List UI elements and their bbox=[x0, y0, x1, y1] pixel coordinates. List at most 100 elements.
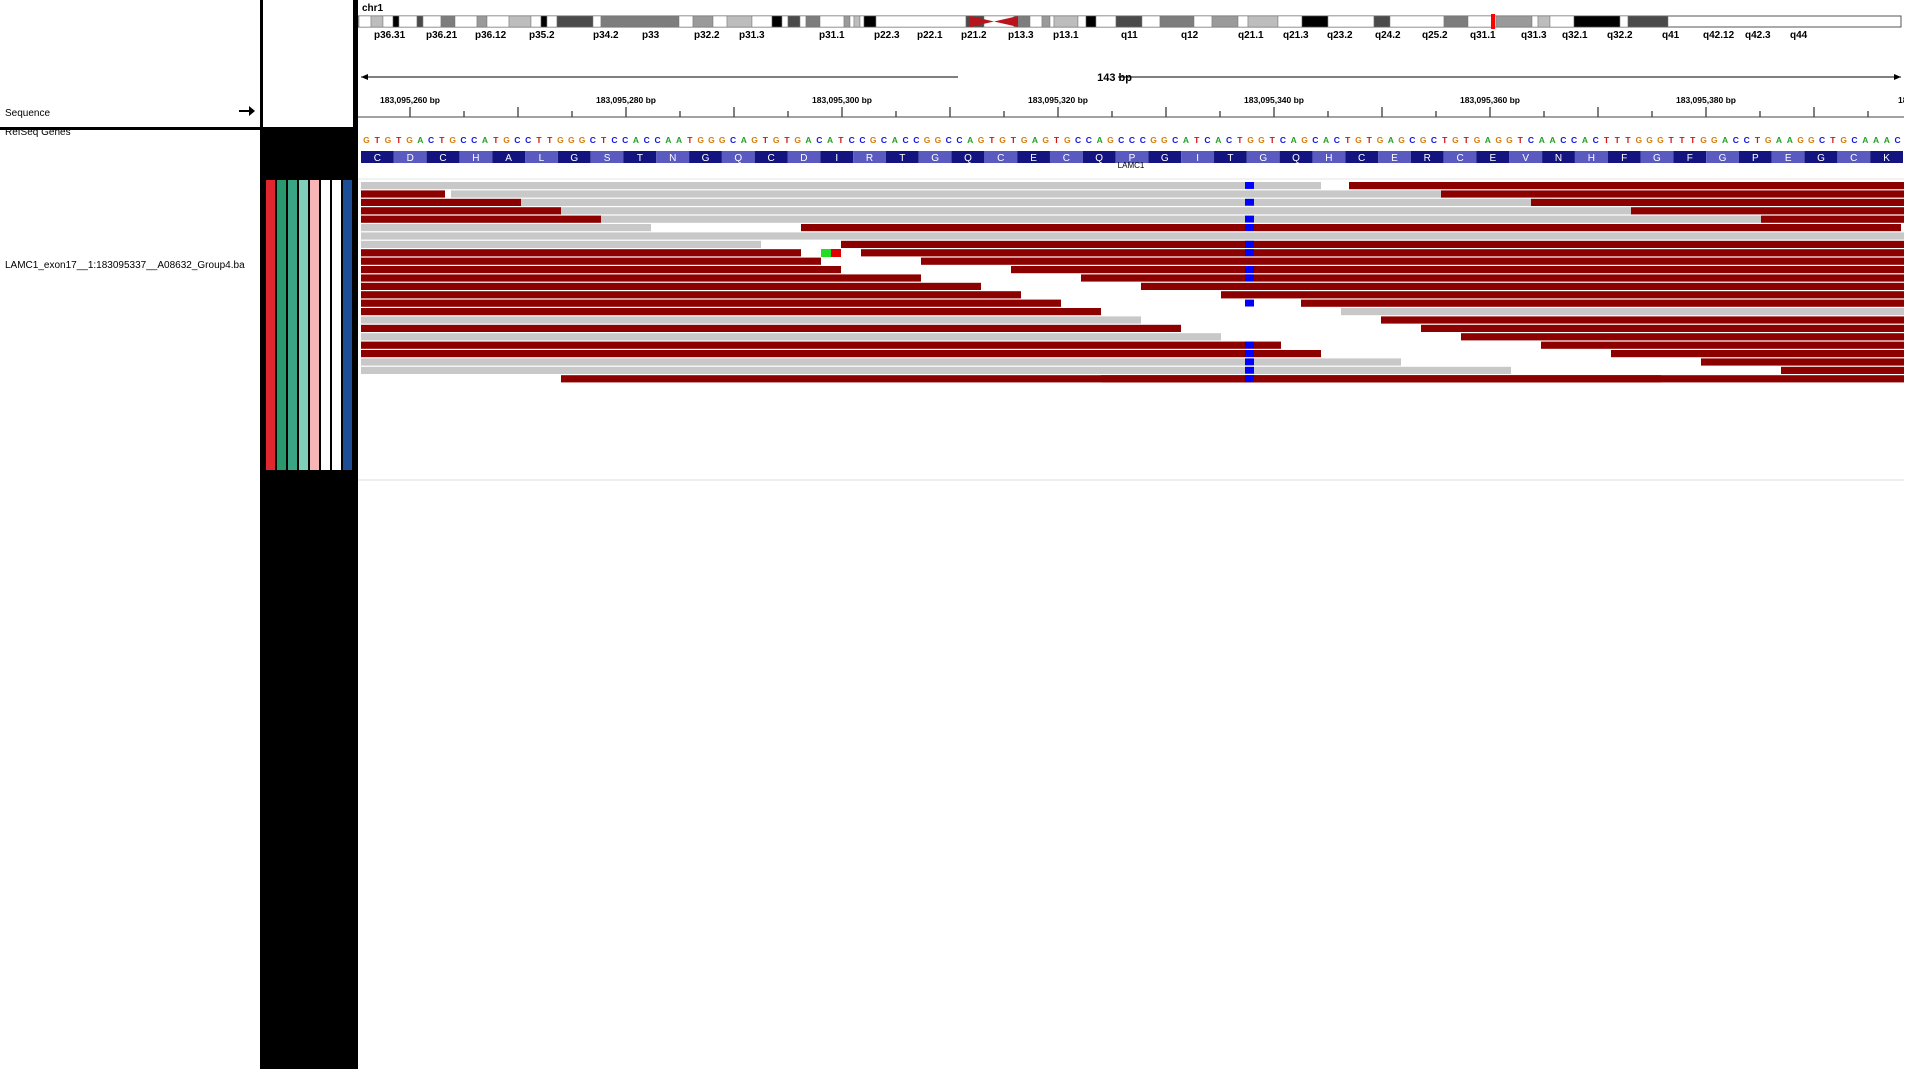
sequence-base: T bbox=[1690, 135, 1696, 145]
ideogram-band bbox=[819, 15, 845, 28]
sequence-base: T bbox=[1625, 135, 1631, 145]
sequence-base: G bbox=[579, 135, 586, 145]
read[interactable] bbox=[361, 308, 1101, 316]
read[interactable] bbox=[861, 249, 1904, 257]
read[interactable] bbox=[1081, 274, 1904, 282]
read[interactable] bbox=[601, 182, 1321, 190]
read[interactable] bbox=[1531, 198, 1904, 206]
mismatch-base bbox=[1245, 375, 1254, 383]
attribute-cell-6[interactable] bbox=[321, 180, 330, 470]
sequence-base: C bbox=[859, 135, 865, 145]
name-attr-divider[interactable] bbox=[260, 0, 263, 1069]
ideogram-band bbox=[1049, 15, 1055, 28]
read[interactable] bbox=[1611, 350, 1904, 358]
read[interactable] bbox=[601, 215, 1761, 223]
attribute-cell-1[interactable] bbox=[266, 180, 275, 470]
attribute-cell-4[interactable] bbox=[299, 180, 308, 470]
read[interactable] bbox=[1101, 375, 1904, 383]
read[interactable] bbox=[361, 240, 761, 248]
current-region-marker bbox=[1491, 14, 1495, 29]
scrollbar[interactable] bbox=[1904, 0, 1920, 1069]
read[interactable] bbox=[361, 366, 1511, 374]
sequence-base: A bbox=[1183, 135, 1189, 145]
read[interactable] bbox=[361, 299, 1061, 307]
ideogram-band bbox=[1537, 15, 1551, 28]
band-label: p22.3 bbox=[874, 30, 900, 40]
read[interactable] bbox=[361, 190, 445, 198]
attribute-cell-8[interactable] bbox=[343, 180, 352, 470]
read[interactable] bbox=[361, 207, 561, 215]
read[interactable] bbox=[1341, 308, 1904, 316]
ruler[interactable]: 143 bp 183,095,260 bp 183,095,280 bp 183,0… bbox=[358, 45, 1904, 130]
amino-acid: K bbox=[1883, 153, 1890, 164]
read[interactable] bbox=[1761, 215, 1904, 223]
read[interactable] bbox=[361, 249, 801, 257]
mismatch-base bbox=[1245, 240, 1254, 248]
arrow-right-icon[interactable] bbox=[238, 105, 256, 117]
read[interactable] bbox=[361, 274, 921, 282]
read[interactable] bbox=[1441, 190, 1904, 198]
read[interactable] bbox=[361, 182, 397, 190]
ideogram-band bbox=[556, 15, 594, 28]
data-panel[interactable]: chr1 p36.31 p36.21 p36.12 p35.2 p34.2 p33 p32.… bbox=[358, 0, 1904, 1069]
sequence-base: A bbox=[1032, 135, 1038, 145]
band-label: q12 bbox=[1181, 30, 1199, 40]
read[interactable] bbox=[521, 198, 1551, 206]
read[interactable] bbox=[361, 257, 821, 265]
amino-acid: H bbox=[1588, 153, 1595, 164]
read[interactable] bbox=[1781, 366, 1904, 374]
read[interactable] bbox=[1421, 324, 1904, 332]
read[interactable] bbox=[801, 224, 1901, 232]
read[interactable] bbox=[1141, 282, 1904, 290]
ideogram-band bbox=[859, 15, 865, 28]
attribute-cell-2[interactable] bbox=[277, 180, 286, 470]
chromosome-ideogram[interactable]: chr1 p36.31 p36.21 p36.12 p35.2 p34.2 p33 p32.… bbox=[358, 0, 1904, 40]
sequence-track-label[interactable]: Sequence bbox=[5, 108, 50, 119]
amino-acid: C bbox=[1358, 153, 1365, 164]
band-label: p32.2 bbox=[694, 30, 720, 40]
read[interactable] bbox=[1301, 299, 1904, 307]
bam-track-label[interactable]: LAMC1_exon17__1:183095337__A08632_Group4… bbox=[5, 260, 245, 271]
band-label: p34.2 bbox=[593, 30, 619, 40]
read[interactable] bbox=[361, 282, 981, 290]
read[interactable] bbox=[451, 190, 561, 198]
attribute-cell-5[interactable] bbox=[310, 180, 319, 470]
ideogram-band bbox=[771, 15, 783, 28]
sequence-base: T bbox=[1054, 135, 1060, 145]
read[interactable] bbox=[361, 316, 1141, 324]
read[interactable] bbox=[361, 198, 521, 206]
read[interactable] bbox=[361, 266, 841, 274]
track-area[interactable]: GTGTGACTGCCATGCCTTGGGCTCCACCAATGGGCAGTGT… bbox=[358, 130, 1904, 1069]
read[interactable] bbox=[361, 215, 601, 223]
read[interactable] bbox=[741, 232, 1904, 240]
read[interactable] bbox=[1541, 341, 1904, 349]
read[interactable] bbox=[361, 333, 1221, 341]
sequence-base: A bbox=[1862, 135, 1868, 145]
read[interactable] bbox=[361, 224, 651, 232]
read[interactable] bbox=[1631, 207, 1904, 215]
sequence-base: C bbox=[611, 135, 617, 145]
read[interactable] bbox=[361, 291, 1021, 299]
sequence-base: G bbox=[1377, 135, 1384, 145]
read[interactable] bbox=[397, 182, 601, 190]
attribute-cell-3[interactable] bbox=[288, 180, 297, 470]
read[interactable] bbox=[561, 207, 1631, 215]
sequence-base: G bbox=[1258, 135, 1265, 145]
read[interactable] bbox=[361, 350, 1321, 358]
read[interactable] bbox=[1461, 333, 1904, 341]
read[interactable] bbox=[841, 240, 1904, 248]
read[interactable] bbox=[361, 341, 1281, 349]
attribute-cell-7[interactable] bbox=[332, 180, 341, 470]
amino-acid: L bbox=[539, 153, 545, 164]
read[interactable] bbox=[1349, 182, 1904, 190]
read[interactable] bbox=[361, 232, 741, 240]
chromosome-name: chr1 bbox=[362, 3, 384, 14]
read[interactable] bbox=[1701, 358, 1904, 366]
read[interactable] bbox=[921, 257, 1904, 265]
read[interactable] bbox=[361, 324, 1181, 332]
read[interactable] bbox=[561, 190, 1451, 198]
sequence-base: G bbox=[924, 135, 931, 145]
read[interactable] bbox=[1221, 291, 1904, 299]
read[interactable] bbox=[1381, 316, 1904, 324]
read[interactable] bbox=[1011, 266, 1904, 274]
